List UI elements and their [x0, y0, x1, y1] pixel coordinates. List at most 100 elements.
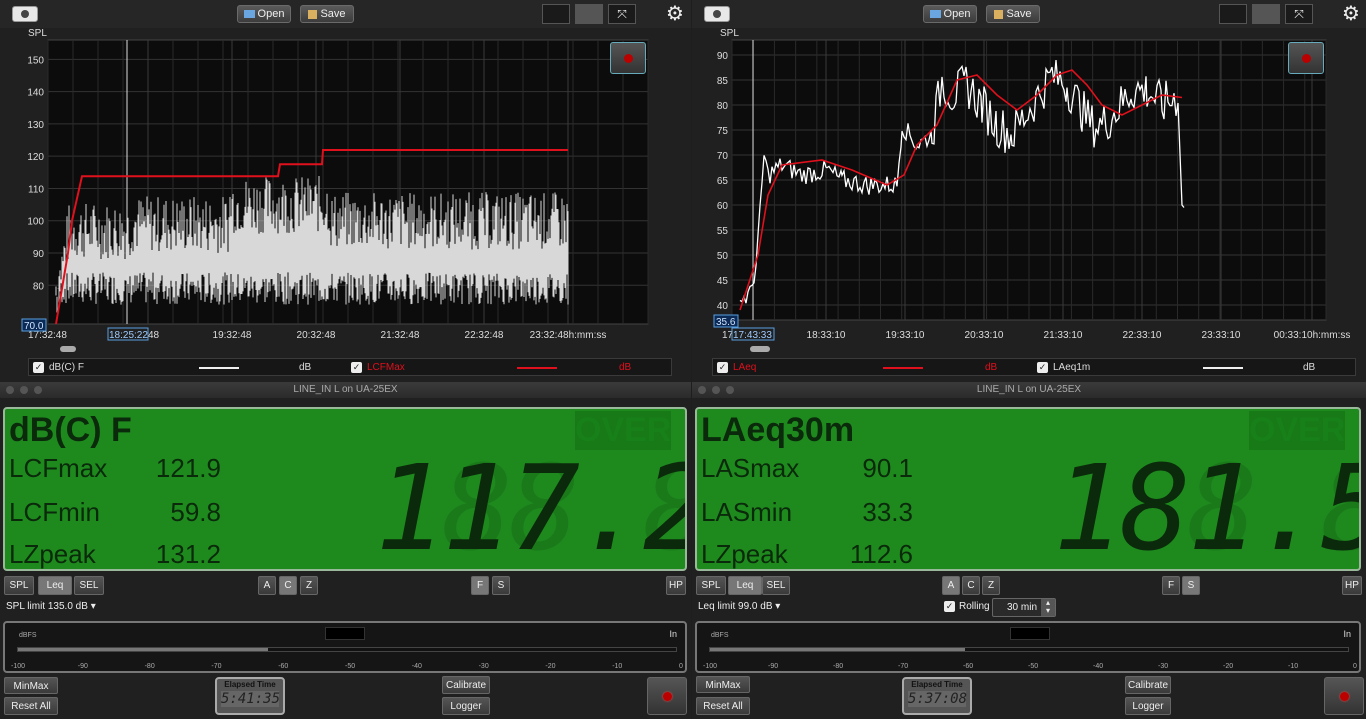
x-tick-label: 19:32:48	[213, 330, 252, 341]
input-meter: dBFS In -100 -90 -80 -70 -60 -50 -40 -30 -20 -10 0	[695, 621, 1361, 673]
minmax-button[interactable]: MinMax	[696, 676, 750, 693]
cursor-time-label: 17:43:33	[733, 330, 772, 341]
minmax-button[interactable]: MinMax	[4, 677, 58, 694]
fast-button[interactable]: F	[1162, 576, 1180, 595]
hp-button[interactable]: HP	[1342, 576, 1362, 595]
legend-checkbox-1[interactable]: ✓	[33, 362, 44, 373]
lcd-row-3: LZpeak 112.6	[701, 539, 913, 569]
scroll-thumb[interactable]	[750, 346, 770, 352]
horizontal-scrollbar[interactable]	[742, 344, 1354, 354]
camera-icon[interactable]	[704, 6, 730, 22]
lcd-row-value: 131.2	[155, 539, 221, 569]
open-button[interactable]: Open	[923, 5, 977, 23]
gear-icon[interactable]: ⚙	[1342, 4, 1360, 24]
close-icon[interactable]	[698, 386, 706, 394]
stepper-arrows-icon[interactable]: ▴ ▾	[1041, 599, 1055, 616]
lcd-row-value: 112.6	[849, 539, 913, 569]
meter-label: dBFS	[19, 632, 37, 639]
leq-button[interactable]: Leq	[728, 576, 762, 595]
close-icon[interactable]	[6, 386, 14, 394]
weight-z-button[interactable]: Z	[982, 576, 1000, 595]
legend-checkbox-1[interactable]: ✓	[717, 362, 728, 373]
save-label: Save	[1006, 8, 1032, 20]
record-icon[interactable]	[1288, 42, 1324, 74]
folder-icon	[929, 10, 941, 19]
minimize-icon[interactable]	[20, 386, 28, 394]
slow-button[interactable]: S	[1182, 576, 1200, 595]
gear-icon[interactable]: ⚙	[666, 4, 684, 24]
lcd-row-label: LCFmax	[9, 453, 108, 483]
view-single-button[interactable]	[1219, 4, 1247, 24]
camera-icon[interactable]	[12, 6, 38, 22]
cursor-value-label: 35.6	[716, 317, 736, 328]
lcd-main-value: 117.2	[375, 439, 687, 571]
legend-checkbox-2[interactable]: ✓	[351, 362, 362, 373]
fullscreen-button[interactable]: ⤧	[608, 4, 636, 24]
spl-limit-select[interactable]: SPL limit 135.0 dB ▾	[6, 601, 96, 612]
y-tick-label: 140	[27, 88, 44, 99]
left-pane: Open Save ⤧ ⚙ SPL 150 140 130 120 110 100 90 80…	[0, 0, 691, 719]
calibrate-button[interactable]: Calibrate	[442, 676, 490, 694]
meter-bar	[17, 647, 677, 652]
scroll-thumb[interactable]	[60, 346, 76, 352]
fullscreen-button[interactable]: ⤧	[1285, 4, 1313, 24]
leq-chart[interactable]: 90 85 80 75 70 65 60 55 50 45 40 17 18:33:10 19:33:10…	[692, 38, 1366, 348]
legend-checkbox-2[interactable]: ✓	[1037, 362, 1048, 373]
y-tick-label: 75	[717, 126, 729, 137]
y-tick-label: 85	[717, 76, 729, 87]
peak-readout	[1010, 627, 1050, 640]
slow-button[interactable]: S	[492, 576, 510, 595]
hp-button[interactable]: HP	[666, 576, 686, 595]
fast-button[interactable]: F	[471, 576, 489, 595]
meter-scale-tick: -10	[612, 663, 623, 670]
horizontal-scrollbar[interactable]	[50, 344, 670, 354]
y-tick-label: 90	[33, 249, 45, 260]
rolling-checkbox[interactable]: ✓	[944, 601, 955, 612]
sel-button[interactable]: SEL	[762, 576, 790, 595]
spl-chart[interactable]: 150 140 130 120 110 100 90 80 17:32:48 48 19:32:48…	[0, 38, 660, 348]
record-icon[interactable]	[610, 42, 646, 74]
legend-unit-1: dB	[299, 362, 312, 373]
reset-all-button[interactable]: Reset All	[696, 697, 750, 715]
weight-a-button[interactable]: A	[942, 576, 960, 595]
weight-a-button[interactable]: A	[258, 576, 276, 595]
spl-button[interactable]: SPL	[696, 576, 726, 595]
spl-button[interactable]: SPL	[4, 576, 34, 595]
meter-scale-tick: 0	[1353, 663, 1357, 670]
weight-z-button[interactable]: Z	[300, 576, 318, 595]
meter-fill	[710, 648, 965, 651]
meter-scale-tick: -30	[1158, 663, 1169, 670]
view-grid-button[interactable]	[575, 4, 603, 24]
record-icon[interactable]	[647, 677, 687, 715]
legend-line-2	[517, 367, 557, 369]
lcd-row-1: LASmax 90.1	[701, 453, 913, 484]
leq-limit-select[interactable]: Leq limit 99.0 dB ▾	[698, 601, 780, 612]
lcd-row-3: LZpeak 131.2	[9, 539, 221, 569]
weight-c-button[interactable]: C	[962, 576, 980, 595]
logger-button[interactable]: Logger	[1125, 697, 1171, 715]
minimize-icon[interactable]	[712, 386, 720, 394]
zoom-icon[interactable]	[34, 386, 42, 394]
record-icon[interactable]	[1324, 677, 1364, 715]
calibrate-button[interactable]: Calibrate	[1125, 676, 1171, 694]
legend-series-1: LAeq	[733, 362, 757, 373]
reset-all-button[interactable]: Reset All	[4, 697, 58, 715]
leq-button[interactable]: Leq	[38, 576, 72, 595]
zoom-icon[interactable]	[726, 386, 734, 394]
logger-button[interactable]: Logger	[442, 697, 490, 715]
x-tick-label: 21:33:10	[1044, 330, 1083, 341]
view-grid-button[interactable]	[1252, 4, 1280, 24]
leq-limit-label: Leq limit 99.0 dB	[698, 601, 773, 612]
save-button[interactable]: Save	[300, 5, 354, 23]
sel-button[interactable]: SEL	[74, 576, 104, 595]
y-tick-label: 120	[27, 152, 44, 163]
save-button[interactable]: Save	[986, 5, 1040, 23]
y-tick-label: 60	[717, 201, 729, 212]
rolling-stepper[interactable]: 30 min ▴ ▾	[992, 598, 1056, 617]
meter-scale-tick: -60	[963, 663, 974, 670]
y-tick-label: 130	[27, 120, 44, 131]
view-single-button[interactable]	[542, 4, 570, 24]
y-tick-label: 80	[717, 101, 729, 112]
weight-c-button[interactable]: C	[279, 576, 297, 595]
open-button[interactable]: Open	[237, 5, 291, 23]
